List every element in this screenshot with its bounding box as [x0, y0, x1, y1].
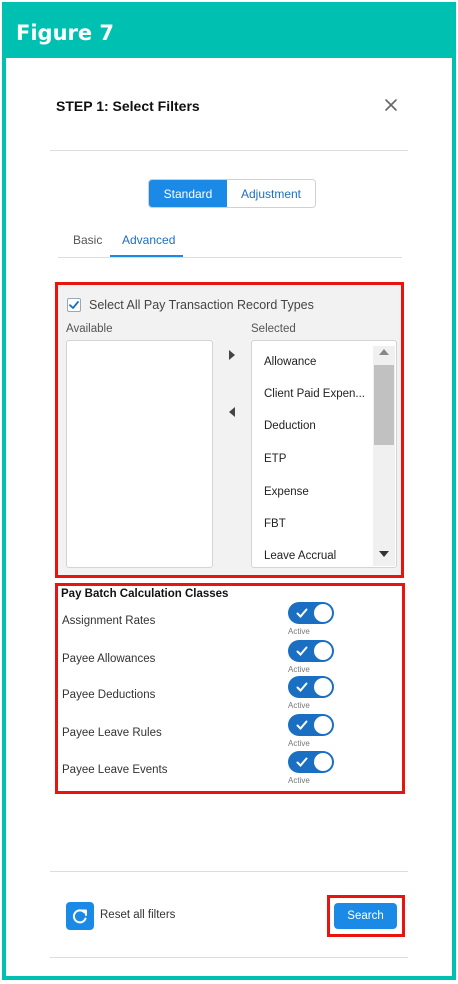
refresh-icon: [72, 909, 87, 924]
toggle-status: Active: [288, 739, 310, 748]
toggle-status: Active: [288, 627, 310, 636]
selected-label: Selected: [251, 323, 296, 335]
move-right-icon[interactable]: [227, 349, 237, 361]
toggle-status: Active: [288, 701, 310, 710]
move-left-icon[interactable]: [227, 406, 237, 418]
check-icon: [296, 608, 308, 618]
bottom-divider: [50, 957, 408, 958]
check-icon: [296, 682, 308, 692]
payee-allowances-toggle[interactable]: [288, 640, 334, 662]
list-item[interactable]: Allowance: [264, 356, 316, 368]
check-icon: [296, 720, 308, 730]
footer-divider: [50, 871, 408, 872]
toggle-knob: [314, 604, 332, 622]
payee-leave-events-toggle[interactable]: [288, 751, 334, 773]
adjustment-button[interactable]: Adjustment: [227, 180, 315, 207]
toggle-knob: [314, 753, 332, 771]
search-button[interactable]: Search: [334, 903, 397, 929]
calc-class-label: Payee Allowances: [62, 653, 156, 665]
toggle-status: Active: [288, 776, 310, 785]
figure-title: Figure 7: [16, 21, 115, 45]
available-list[interactable]: [66, 340, 213, 568]
mode-toggle: Standard Adjustment: [148, 179, 316, 208]
calc-class-label: Payee Leave Rules: [62, 727, 162, 739]
toggle-knob: [314, 678, 332, 696]
header-divider: [50, 150, 408, 151]
list-item[interactable]: Expense: [264, 486, 309, 498]
close-icon[interactable]: [382, 96, 400, 114]
tab-basic[interactable]: Basic: [73, 233, 102, 247]
reset-button[interactable]: [66, 902, 94, 930]
tabs-divider: [58, 257, 402, 258]
tab-advanced[interactable]: Advanced: [122, 233, 175, 247]
list-item[interactable]: Leave Accrual: [264, 550, 336, 562]
payee-deductions-toggle[interactable]: [288, 676, 334, 698]
payee-leave-rules-toggle[interactable]: [288, 714, 334, 736]
available-label: Available: [66, 323, 113, 335]
list-item[interactable]: FBT: [264, 518, 286, 530]
check-icon: [296, 646, 308, 656]
calc-classes-title: Pay Batch Calculation Classes: [61, 588, 229, 600]
scroll-down-icon[interactable]: [378, 550, 390, 558]
toggle-knob: [314, 716, 332, 734]
select-all-label: Select All Pay Transaction Record Types: [89, 298, 314, 312]
scrollbar-thumb[interactable]: [374, 365, 394, 445]
checkmark-icon: [69, 301, 79, 309]
list-item[interactable]: ETP: [264, 453, 286, 465]
calc-class-label: Assignment Rates: [62, 615, 156, 627]
standard-button[interactable]: Standard: [149, 180, 227, 207]
assignment-rates-toggle[interactable]: [288, 602, 334, 624]
calc-class-label: Payee Leave Events: [62, 764, 168, 776]
modal-title: STEP 1: Select Filters: [56, 98, 200, 114]
reset-all-filters-link[interactable]: Reset all filters: [100, 909, 175, 921]
toggle-status: Active: [288, 665, 310, 674]
list-item[interactable]: Deduction: [264, 420, 316, 432]
select-all-checkbox[interactable]: [67, 298, 81, 312]
toggle-knob: [314, 642, 332, 660]
calc-class-label: Payee Deductions: [62, 689, 156, 701]
figure-banner: Figure 7: [6, 6, 452, 58]
list-item[interactable]: Client Paid Expen...: [264, 388, 365, 400]
check-icon: [296, 757, 308, 767]
scroll-up-icon[interactable]: [378, 348, 390, 356]
